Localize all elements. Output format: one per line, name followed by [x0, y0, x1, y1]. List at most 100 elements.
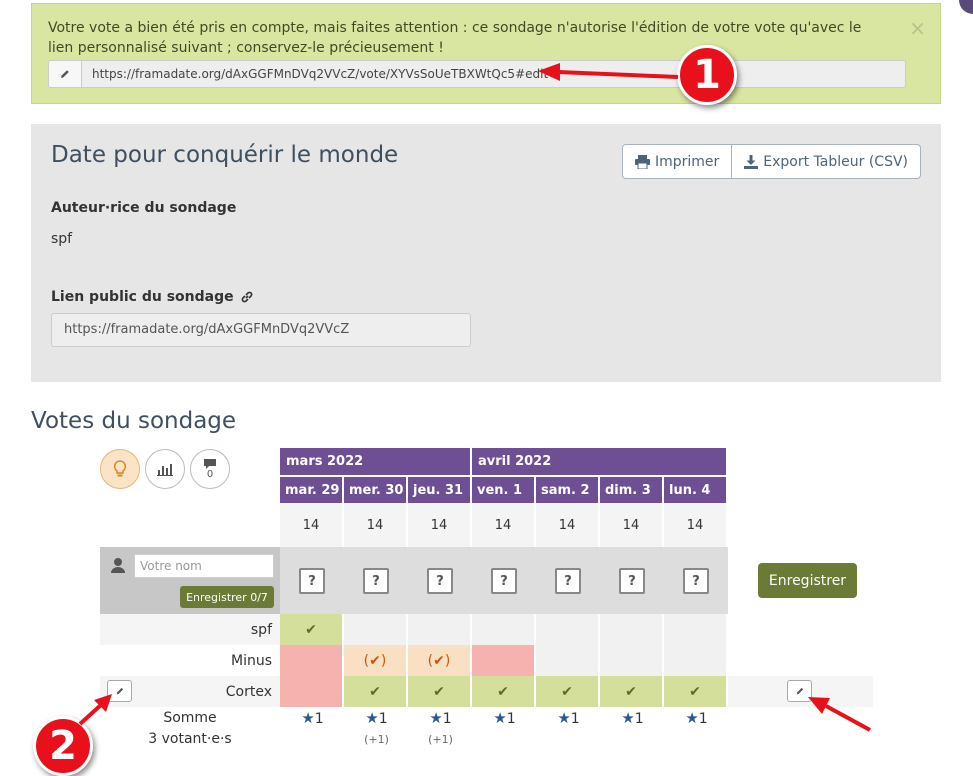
hour-header: 14: [600, 503, 664, 547]
vote-cell-empty: [664, 645, 728, 676]
printer-icon: [634, 154, 650, 169]
vote-choice-box[interactable]: ?: [683, 568, 709, 594]
vote-cell-empty: [536, 614, 600, 645]
vote-cell-no: [472, 645, 536, 676]
vote-choice-box[interactable]: ?: [299, 568, 325, 594]
sum-value: 1: [634, 711, 644, 727]
day-header: mer. 30: [344, 475, 408, 503]
star-icon: ★: [557, 709, 571, 727]
sum-value: 1: [314, 711, 324, 727]
vote-choice-box[interactable]: ?: [427, 568, 453, 594]
poll-info-panel: Date pour conquérir le monde Imprimer Ex…: [31, 124, 941, 382]
save-button[interactable]: Enregistrer: [758, 563, 857, 598]
star-icon: ★: [429, 709, 443, 727]
sum-value: 1: [570, 711, 580, 727]
day-header: dim. 3: [600, 475, 664, 503]
link-icon: [241, 291, 252, 303]
save-small-button[interactable]: Enregistrer 0/7: [180, 586, 274, 608]
votes-title: Votes du sondage: [31, 408, 237, 434]
sum-value: 1: [506, 711, 516, 727]
public-link-label: Lien public du sondage: [51, 289, 234, 305]
new-vote-name-cell: Votre nom Enregistrer 0/7: [100, 547, 280, 614]
export-button-group: Imprimer Export Tableur (CSV): [621, 144, 921, 179]
vote-cell-yes: ✔: [664, 676, 728, 707]
print-button[interactable]: Imprimer: [621, 144, 733, 179]
vote-cell-no: [280, 676, 344, 707]
lightbulb-icon: [113, 460, 127, 477]
export-label: Export Tableur (CSV): [763, 153, 908, 170]
annotation-badge-1: 1: [677, 45, 737, 105]
name-input[interactable]: Votre nom: [134, 554, 274, 578]
vote-cell-maybe: (✔): [408, 645, 472, 676]
sum-value: 1: [378, 711, 388, 727]
star-icon: ★: [621, 709, 635, 727]
sum-value: 1: [698, 711, 708, 727]
vote-choice-box[interactable]: ?: [363, 568, 389, 594]
sum-cell: ★1: [537, 709, 600, 727]
corner-decoration: [959, 0, 973, 14]
vote-cell-empty: [664, 614, 728, 645]
hour-header: 14: [408, 503, 472, 547]
close-icon[interactable]: ×: [909, 16, 926, 40]
hour-header: 14: [280, 503, 344, 547]
page: Votre vote a bien été pris en compte, ma…: [0, 0, 973, 776]
voters-count: 3 votant·e·s: [148, 731, 232, 747]
poll-title: Date pour conquérir le monde: [51, 142, 399, 168]
vote-cell-empty: [344, 614, 408, 645]
sum-maybe-count: (+1): [428, 733, 453, 746]
vote-cell-empty: [472, 614, 536, 645]
vote-cell-empty: [600, 614, 664, 645]
vote-cell-no: [280, 645, 344, 676]
print-label: Imprimer: [654, 153, 720, 170]
star-icon: ★: [365, 709, 379, 727]
hour-header: 14: [664, 503, 728, 547]
vote-cell-empty: [600, 645, 664, 676]
vote-cell-maybe: (✔): [344, 645, 408, 676]
vote-choice-box[interactable]: ?: [555, 568, 581, 594]
edit-link-field[interactable]: https://framadate.org/dAxGGFMnDVq2VVcZ/v…: [82, 60, 906, 88]
sum-maybe-count: (+1): [364, 733, 389, 746]
bulb-toggle-button[interactable]: [100, 449, 140, 489]
vote-cell-yes: ✔: [408, 676, 472, 707]
sum-cell: ★1: [409, 709, 472, 727]
sum-value: 1: [442, 711, 452, 727]
public-link-field[interactable]: https://framadate.org/dAxGGFMnDVq2VVcZ: [51, 313, 471, 347]
sum-cell: ★1: [665, 709, 728, 727]
export-csv-button[interactable]: Export Tableur (CSV): [732, 144, 921, 179]
vote-choice-box[interactable]: ?: [619, 568, 645, 594]
pencil-icon: [48, 60, 82, 88]
star-icon: ★: [301, 709, 315, 727]
edit-link-group: https://framadate.org/dAxGGFMnDVq2VVcZ/v…: [48, 60, 906, 88]
vote-cell-yes: ✔: [344, 676, 408, 707]
month-header: mars 2022: [280, 448, 472, 475]
vote-choice-box[interactable]: ?: [491, 568, 517, 594]
comments-toggle-button[interactable]: 0: [190, 449, 230, 489]
vote-cell-yes: ✔: [472, 676, 536, 707]
public-link-heading: Lien public du sondage: [51, 289, 254, 305]
user-icon: [111, 558, 125, 573]
day-header: mar. 29: [280, 475, 344, 503]
author-name: spf: [51, 231, 73, 247]
hour-header: 14: [536, 503, 600, 547]
annotation-arrow-1: [538, 63, 679, 81]
day-header: ven. 1: [472, 475, 536, 503]
chart-toggle-button[interactable]: [145, 449, 185, 489]
day-header: jeu. 31: [408, 475, 472, 503]
voter-name: spf: [250, 621, 272, 638]
sum-cell: ★1: [281, 709, 344, 727]
star-icon: ★: [493, 709, 507, 727]
sum-cell: ★1: [601, 709, 664, 727]
sum-cell: ★1: [473, 709, 536, 727]
bar-chart-icon: [157, 464, 173, 476]
comments-count: 0: [206, 469, 214, 480]
day-header: sam. 2: [536, 475, 600, 503]
vote-cell-yes: ✔: [600, 676, 664, 707]
vote-cell-empty: [536, 645, 600, 676]
sum-cell: ★1: [345, 709, 408, 727]
day-header: lun. 4: [664, 475, 728, 503]
voter-name: Minus: [230, 652, 272, 669]
annotation-arrow-2: [78, 694, 112, 726]
alert-message: Votre vote a bien été pris en compte, ma…: [48, 20, 862, 56]
vote-cell-empty: [408, 614, 472, 645]
star-icon: ★: [685, 709, 699, 727]
